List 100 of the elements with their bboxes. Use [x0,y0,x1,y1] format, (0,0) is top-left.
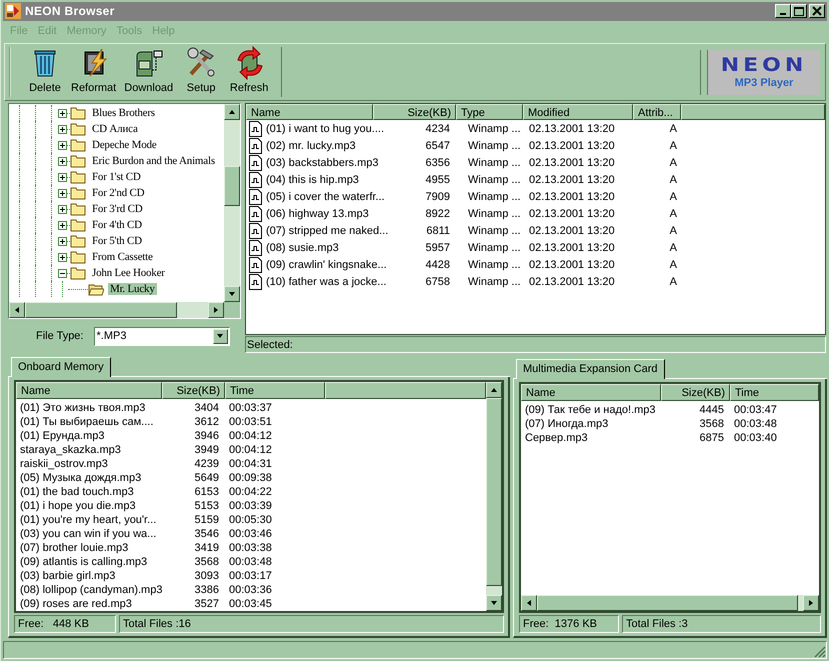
table-cell-text: (03) you can win if you wa... [19,527,158,542]
table-cell-text: 3568 [194,555,220,570]
table-cell-text: Winamp ... [467,224,522,237]
toolbar-button[interactable]: Download [120,46,178,94]
table-cell-text: A [668,208,678,220]
column-header[interactable]: Modified [523,104,633,120]
audio-file-icon [249,188,262,205]
table-cell-text: Winamp ... [467,140,522,152]
maximize-icon [794,6,804,16]
file-count-status: Total Files :3 [622,615,821,634]
column-header[interactable]: Attrib... [633,104,681,120]
column-header[interactable]: Size(KB) [661,384,730,402]
scrollbar-thumb[interactable] [224,166,240,206]
table-cell-text: (03) barbie girl.mp3 [19,569,116,584]
scrollbar-thumb[interactable] [25,302,177,318]
expand-toggle[interactable] [58,188,67,198]
tree-item[interactable]: For 3'rd CD [90,203,145,216]
table-cell-text: 02.13.2001 13:20 [528,276,616,288]
folder-icon [70,106,86,120]
table-cell-text: (09) roses are red.mp3 [19,597,133,612]
table-cell: (03) backstabbers.mp3 [266,156,378,169]
table-cell-text: (01) the bad touch.mp3 [19,485,135,500]
table-cell-text: 3404 [194,401,220,416]
scroll-down-button[interactable] [224,286,240,302]
table-cell-text: 00:05:30 [228,513,273,528]
table-cell-text: (01) i hope you die.mp3 [19,499,137,514]
scroll-left-button[interactable] [521,595,537,612]
file-type-dropdown[interactable]: *.MP3 [94,326,230,346]
tree-item[interactable]: Eric Burdon and the Animals [90,155,217,168]
tree-item[interactable]: From Cassette [90,251,155,264]
tree-item[interactable]: Blues Brothers [90,107,157,120]
toolbar-button[interactable]: Setup [177,46,226,94]
table-cell-text: 5153 [194,499,220,514]
table-cell-text: (01) Ерунда.mp3 [19,429,106,444]
expand-toggle[interactable] [58,156,67,166]
toolbar-button[interactable]: Delete [23,46,67,94]
table-cell-text: Winamp ... [467,156,522,169]
scroll-left-button[interactable] [9,302,25,318]
column-header[interactable]: Name [246,104,373,120]
scroll-down-button[interactable] [486,595,502,612]
scroll-right-button[interactable] [803,595,819,612]
tree-item[interactable]: Mr. Lucky [108,283,157,296]
tree-item[interactable]: For 1'st CD [90,171,143,184]
table-cell-text: 3093 [194,569,220,584]
table-cell-text: 00:03:36 [228,583,273,598]
tree-item[interactable]: CD Алиса [90,123,140,136]
toolbar-button[interactable]: Reformat [67,46,120,94]
table-cell-text: A [668,276,678,288]
column-header[interactable]: Type [456,104,523,120]
tree-item[interactable]: For 5'th CD [90,235,144,248]
table-cell-text: 00:03:48 [733,417,778,432]
expand-toggle[interactable] [58,140,67,150]
expand-toggle[interactable] [58,220,67,230]
audio-file-icon [249,154,262,171]
scroll-right-button[interactable] [208,302,224,318]
table-cell-text: 00:03:37 [228,401,273,416]
dropdown-button[interactable] [212,328,228,344]
table-cell-text: Winamp ... [467,174,522,186]
table-cell-text: 02.13.2001 13:20 [528,190,616,203]
tree-item[interactable]: Depeche Mode [90,139,158,152]
expand-toggle[interactable] [58,124,67,134]
folder-icon [70,266,86,280]
scroll-up-button[interactable] [486,382,502,398]
scroll-up-button[interactable] [224,104,240,120]
table-cell: (05) i cover the waterfr... [266,190,385,203]
expand-toggle[interactable] [58,204,67,214]
folder-icon [70,122,86,136]
table-cell-text: A [668,242,678,254]
memory-tab[interactable]: Onboard Memory [11,357,111,378]
table-cell-text: (09) Так тебе и надо!.mp3 [524,403,657,418]
window-title: NEON Browser [25,4,116,18]
tree-item[interactable]: For 4'th CD [90,219,144,232]
expand-toggle[interactable] [58,252,67,262]
maximize-button[interactable] [791,4,807,18]
column-header[interactable]: Time [225,382,325,400]
column-header[interactable]: Time [730,384,819,402]
file-count-status: Total Files :16 [119,615,504,634]
toolbar-button[interactable]: Refresh [225,46,274,94]
table-cell-text: (07) Иногда.mp3 [524,417,610,432]
column-header[interactable]: Size(KB) [162,382,225,400]
folder-icon [70,250,86,264]
tree-item[interactable]: John Lee Hooker [90,267,167,280]
close-button[interactable] [809,4,825,18]
collapse-toggle[interactable] [58,268,67,278]
expand-toggle[interactable] [58,172,67,182]
expand-toggle[interactable] [58,236,67,246]
column-header[interactable]: Size(KB) [373,104,456,120]
memory-tab[interactable]: Multimedia Expansion Card [516,359,665,380]
table-cell-text: 02.13.2001 13:20 [528,224,616,237]
table-cell-text: (01) Это жизнь твоя.mp3 [19,401,146,416]
minimize-icon [780,13,786,16]
folder-icon [70,170,86,184]
table-cell-text: 02.13.2001 13:20 [528,174,616,186]
minimize-button[interactable] [775,4,791,18]
audio-file-icon [249,256,262,273]
column-header[interactable]: Name [16,382,162,400]
column-header[interactable]: Name [521,384,661,402]
expand-toggle[interactable] [58,108,67,118]
tree-item[interactable]: For 2'nd CD [90,187,146,200]
table-cell-text: 00:03:40 [733,431,778,446]
